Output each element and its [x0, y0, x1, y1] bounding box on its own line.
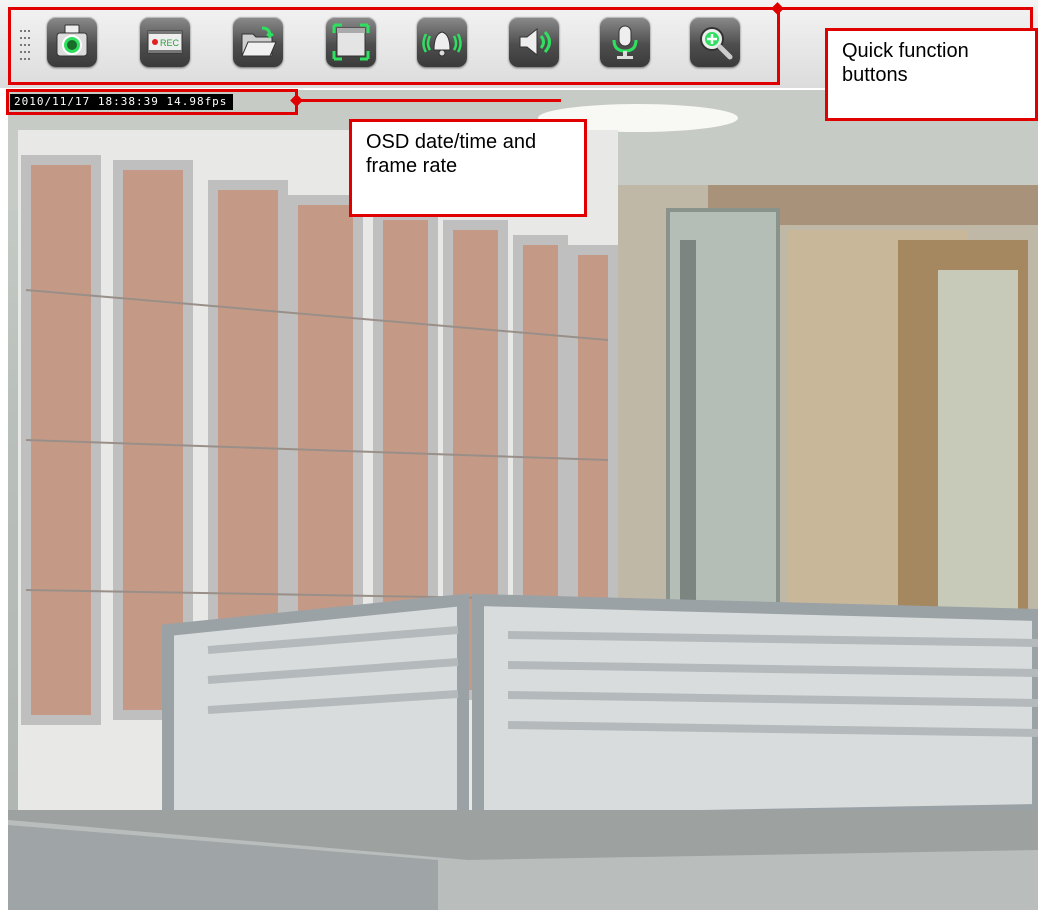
quick-function-callout: Quick function buttons	[825, 28, 1038, 121]
annotation-line-osd	[298, 99, 561, 102]
osd-callout: OSD date/time and frame rate	[349, 119, 587, 217]
annotation-osd-highlight	[6, 89, 298, 115]
annotation-line-toolbar	[778, 7, 1033, 10]
annotation-toolbar-highlight	[8, 7, 780, 85]
